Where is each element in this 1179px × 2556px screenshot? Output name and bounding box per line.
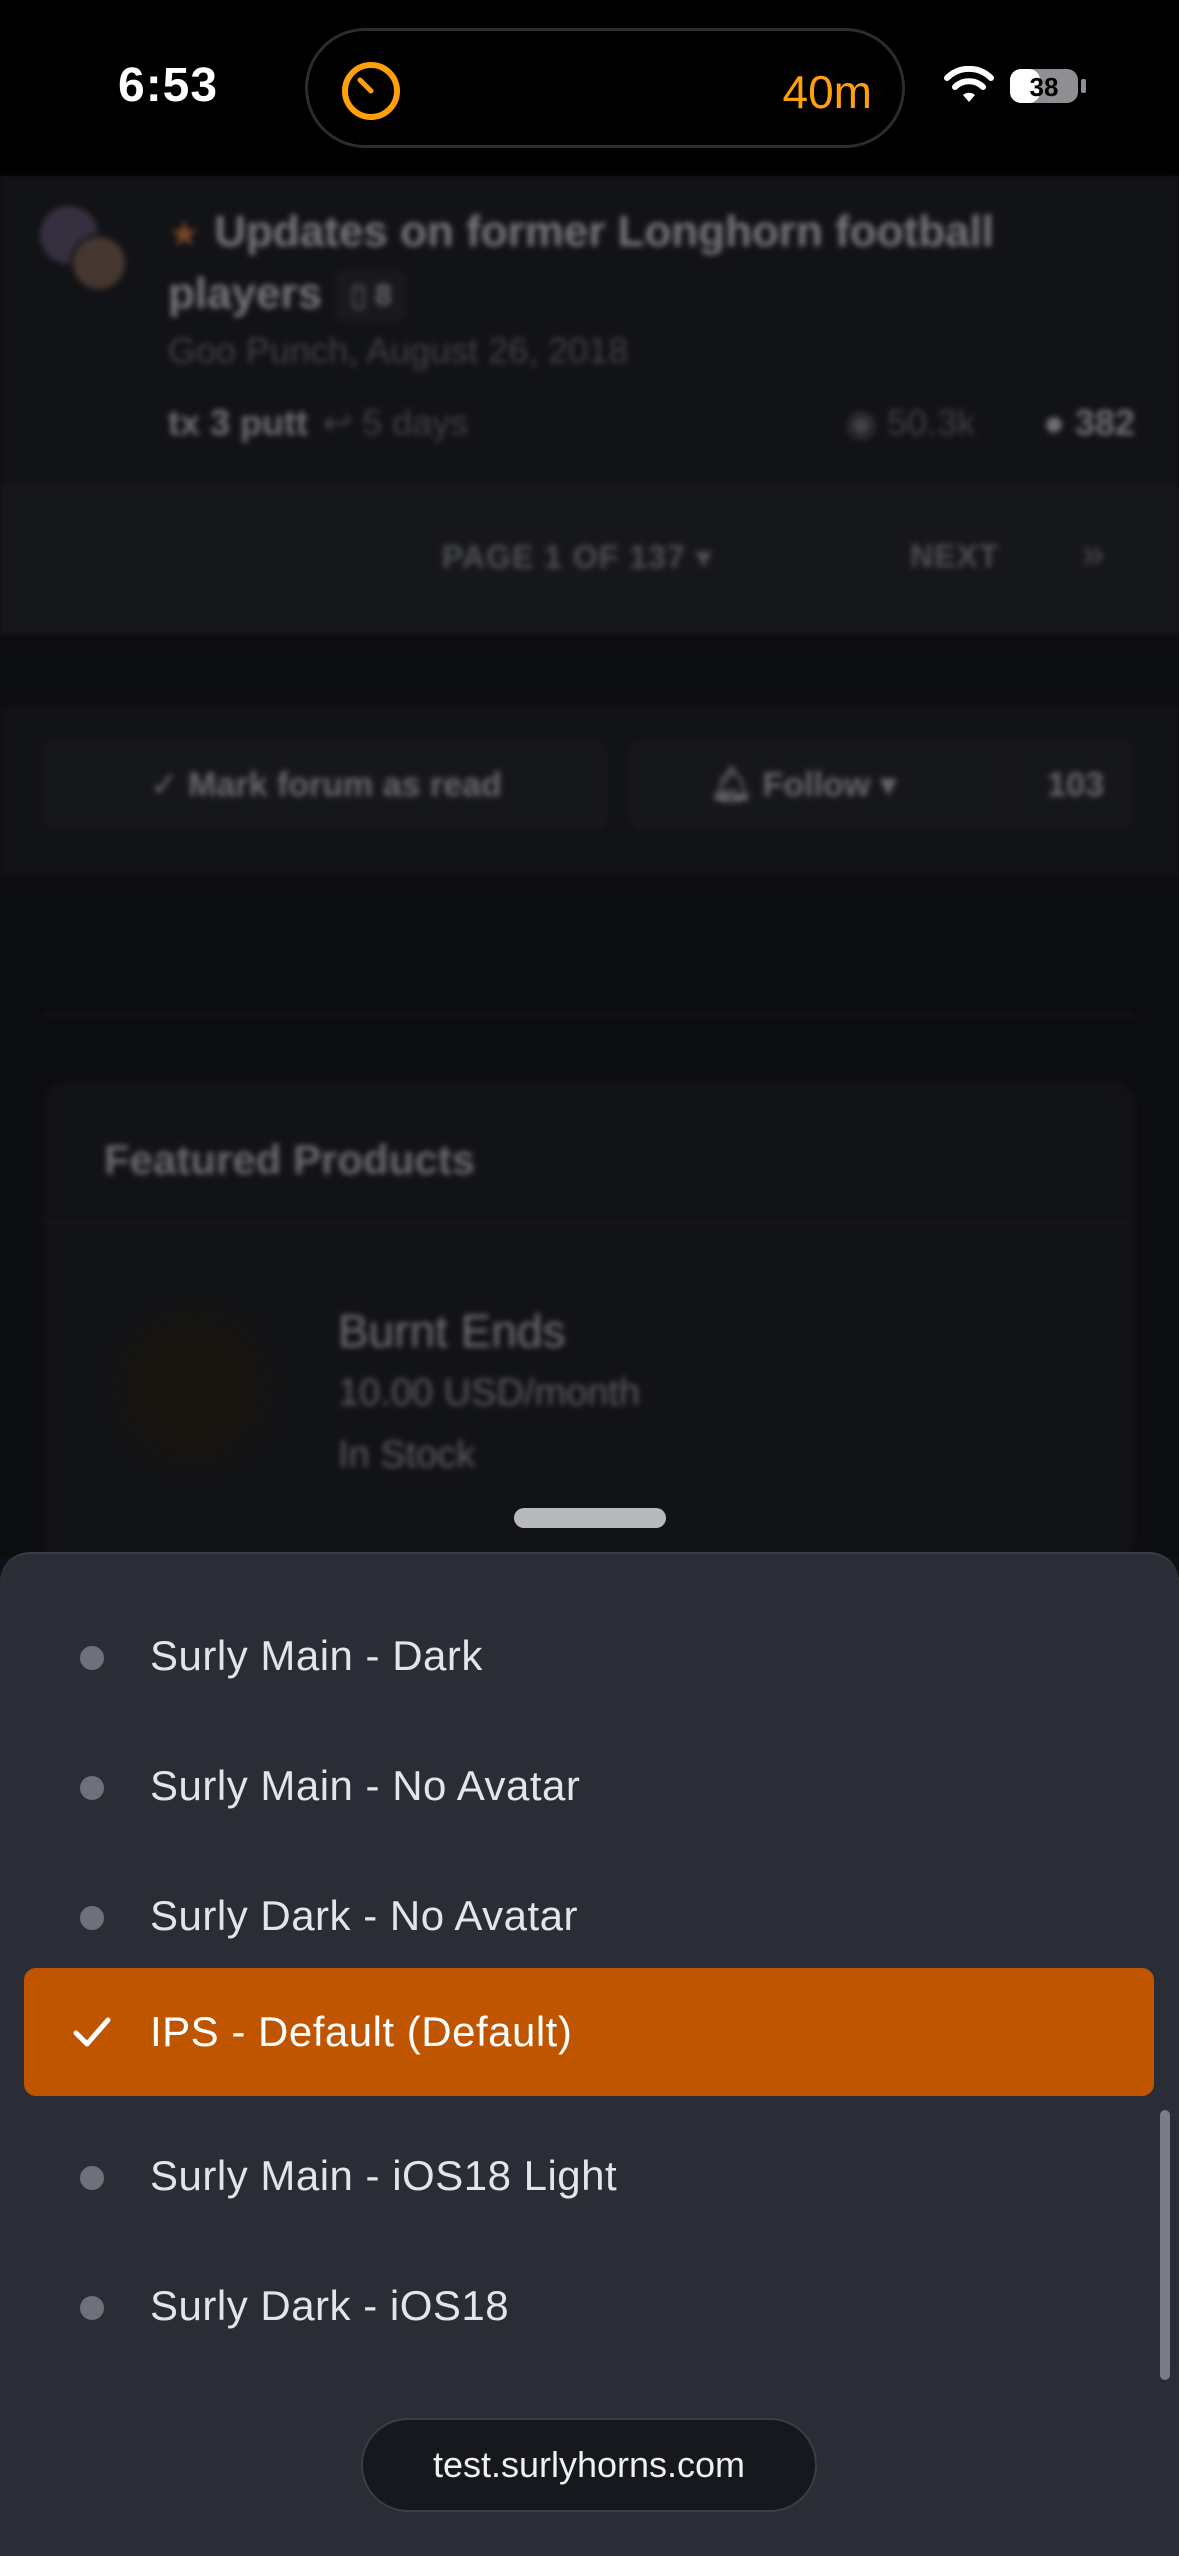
- dynamic-island[interactable]: 40m: [305, 28, 905, 148]
- bullet-icon: [80, 1776, 104, 1800]
- theme-option[interactable]: Surly Dark - No Avatar: [0, 1852, 1179, 1982]
- theme-option-selected[interactable]: IPS - Default (Default): [24, 1968, 1154, 2096]
- timer-remaining: 40m: [782, 66, 872, 118]
- dim-overlay[interactable]: [0, 176, 1179, 1556]
- theme-picker-sheet: Surly Main - Dark Surly Main - No Avatar…: [0, 1552, 1179, 2556]
- theme-option[interactable]: Surly Main - Dark: [0, 1592, 1179, 1722]
- theme-option[interactable]: Surly Dark - iOS18: [0, 2242, 1179, 2372]
- theme-option-label: Surly Dark - No Avatar: [150, 1892, 579, 1939]
- checkmark-icon: [73, 2017, 111, 2047]
- theme-option-label: Surly Dark - iOS18: [150, 2282, 510, 2329]
- screen: 6:53 40m 38 ★ Updates on former Longhorn…: [0, 0, 1179, 2556]
- sheet-grabber[interactable]: [514, 1508, 666, 1528]
- theme-option-label: Surly Main - iOS18 Light: [150, 2152, 618, 2199]
- status-time: 6:53: [118, 59, 219, 112]
- sheet-scrollbar[interactable]: [1160, 2110, 1170, 2380]
- theme-option-label: IPS - Default (Default): [150, 2008, 573, 2055]
- wifi-icon: [944, 66, 994, 102]
- status-bar: 6:53 40m 38: [0, 0, 1179, 176]
- bullet-icon: [80, 2296, 104, 2320]
- theme-option[interactable]: Surly Main - iOS18 Light: [0, 2112, 1179, 2242]
- theme-option-label: Surly Main - No Avatar: [150, 1762, 581, 1809]
- bullet-icon: [80, 2166, 104, 2190]
- theme-option-label: Surly Main - Dark: [150, 1632, 483, 1679]
- bullet-icon: [80, 1906, 104, 1930]
- battery-icon: 38: [1010, 69, 1086, 103]
- timer-icon: [342, 62, 400, 120]
- bullet-icon: [80, 1646, 104, 1670]
- address-bar[interactable]: test.surlyhorns.com: [361, 2418, 817, 2512]
- battery-level: 38: [1030, 72, 1059, 102]
- theme-option[interactable]: Surly Main - No Avatar: [0, 1722, 1179, 1852]
